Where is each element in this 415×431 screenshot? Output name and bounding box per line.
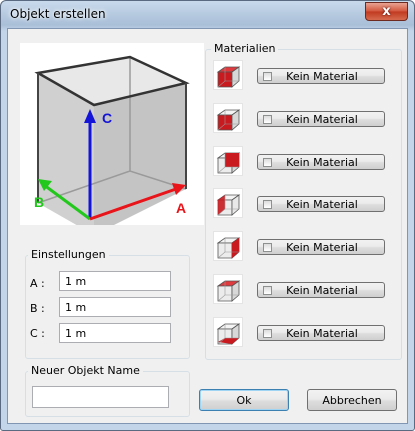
material-button[interactable]: Kein Material bbox=[257, 111, 385, 127]
material-checkbox-icon bbox=[263, 199, 272, 209]
object-name-input[interactable] bbox=[32, 386, 169, 408]
material-checkbox-icon bbox=[263, 242, 272, 252]
material-row: Kein Material bbox=[213, 274, 387, 304]
material-button-label: Kein Material bbox=[286, 240, 358, 254]
material-button[interactable]: Kein Material bbox=[257, 282, 385, 298]
setting-a-label: A : bbox=[30, 277, 45, 290]
axis-a-label: A bbox=[176, 200, 186, 216]
material-row: Kein Material bbox=[213, 231, 387, 261]
material-button[interactable]: Kein Material bbox=[257, 154, 385, 170]
setting-b-label: B : bbox=[30, 302, 45, 315]
material-button-label: Kein Material bbox=[286, 69, 358, 83]
dialog-client-area: C B A Materialien Kein Material Kein Mate… bbox=[7, 28, 408, 424]
material-row: Kein Material bbox=[213, 317, 387, 347]
cube-front-face bbox=[94, 83, 186, 235]
material-swatch-icon bbox=[213, 60, 243, 90]
ok-button[interactable]: Ok bbox=[199, 389, 289, 411]
material-checkbox-icon bbox=[263, 285, 272, 295]
material-row: Kein Material bbox=[213, 60, 387, 90]
material-checkbox-icon bbox=[263, 71, 272, 81]
setting-c-input[interactable]: 1 m bbox=[59, 323, 171, 343]
material-swatch-icon bbox=[213, 274, 243, 304]
material-row: Kein Material bbox=[213, 188, 387, 218]
material-swatch-icon bbox=[213, 231, 243, 261]
dialog-window: Objekt erstellen x C B A Materialien Kei… bbox=[0, 0, 415, 431]
cube-preview: C B A bbox=[20, 43, 204, 235]
material-button-label: Kein Material bbox=[286, 283, 358, 297]
close-button[interactable]: x bbox=[365, 2, 408, 21]
material-button-label: Kein Material bbox=[286, 112, 358, 126]
object-name-group-label: Neuer Objekt Name bbox=[28, 364, 143, 377]
axis-c-label: C bbox=[102, 110, 112, 126]
material-button-label: Kein Material bbox=[286, 155, 358, 169]
material-checkbox-icon bbox=[263, 157, 272, 167]
material-row: Kein Material bbox=[213, 103, 387, 133]
material-swatch-icon bbox=[213, 317, 243, 347]
material-swatch-icon bbox=[213, 103, 243, 133]
settings-group-label: Einstellungen bbox=[28, 248, 109, 261]
close-icon: x bbox=[382, 4, 391, 19]
window-title: Objekt erstellen bbox=[10, 7, 106, 21]
material-button[interactable]: Kein Material bbox=[257, 325, 385, 341]
material-checkbox-icon bbox=[263, 114, 272, 124]
material-swatch-icon bbox=[213, 146, 243, 176]
material-button[interactable]: Kein Material bbox=[257, 239, 385, 255]
title-bar[interactable]: Objekt erstellen x bbox=[1, 1, 414, 29]
setting-c-label: C : bbox=[30, 327, 45, 340]
material-button-label: Kein Material bbox=[286, 197, 358, 211]
materials-group-label: Materialien bbox=[211, 42, 279, 55]
material-button-label: Kein Material bbox=[286, 326, 358, 340]
material-row: Kein Material bbox=[213, 146, 387, 176]
setting-a-input[interactable]: 1 m bbox=[59, 271, 171, 291]
cancel-button[interactable]: Abbrechen bbox=[307, 389, 397, 411]
setting-b-input[interactable]: 1 m bbox=[59, 297, 171, 317]
cube-preview-graphic: C B A bbox=[34, 55, 190, 235]
material-button[interactable]: Kein Material bbox=[257, 68, 385, 84]
material-button[interactable]: Kein Material bbox=[257, 196, 385, 212]
material-swatch-icon bbox=[213, 188, 243, 218]
material-checkbox-icon bbox=[263, 328, 272, 338]
axis-b-label: B bbox=[34, 194, 44, 210]
